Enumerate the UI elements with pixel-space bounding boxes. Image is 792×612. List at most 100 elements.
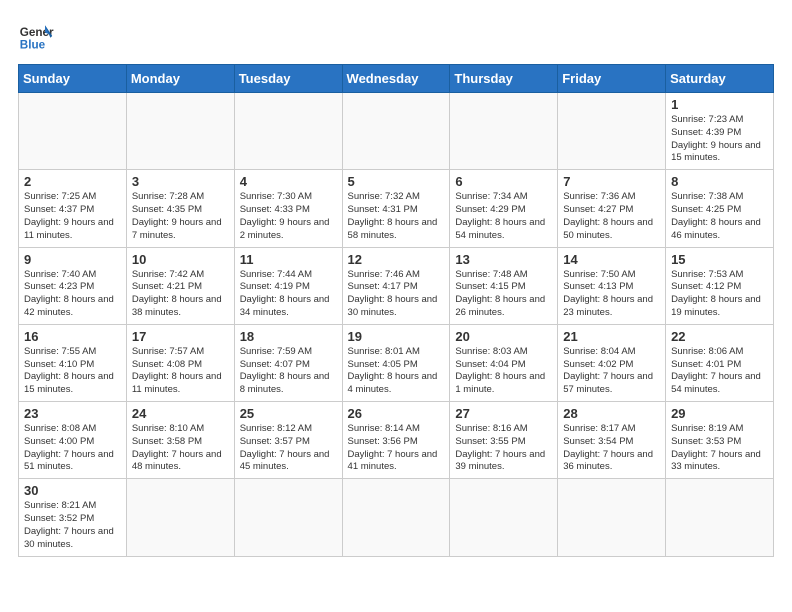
day-info: Sunrise: 7:36 AM Sunset: 4:27 PM Dayligh…: [563, 191, 660, 242]
calendar-cell: 30 Sunrise: 8:21 AM Sunset: 3:52 PM Dayli…: [19, 479, 127, 556]
day-number: 11: [240, 252, 337, 267]
logo-icon: General Blue: [18, 18, 54, 54]
calendar-cell: 26 Sunrise: 8:14 AM Sunset: 3:56 PM Dayli…: [342, 402, 450, 479]
day-info: Sunrise: 7:32 AM Sunset: 4:31 PM Dayligh…: [348, 191, 445, 242]
calendar-cell: 23 Sunrise: 8:08 AM Sunset: 4:00 PM Dayli…: [19, 402, 127, 479]
day-number: 12: [348, 252, 445, 267]
day-info: Sunrise: 8:10 AM Sunset: 3:58 PM Dayligh…: [132, 423, 229, 474]
day-info: Sunrise: 7:30 AM Sunset: 4:33 PM Dayligh…: [240, 191, 337, 242]
week-row-5: 23 Sunrise: 8:08 AM Sunset: 4:00 PM Dayli…: [19, 402, 774, 479]
calendar-cell: 8 Sunrise: 7:38 AM Sunset: 4:25 PM Daylig…: [666, 170, 774, 247]
day-number: 27: [455, 406, 552, 421]
calendar-cell: 16 Sunrise: 7:55 AM Sunset: 4:10 PM Dayli…: [19, 324, 127, 401]
day-number: 26: [348, 406, 445, 421]
weekday-header-thursday: Thursday: [450, 65, 558, 93]
calendar-cell: 19 Sunrise: 8:01 AM Sunset: 4:05 PM Dayli…: [342, 324, 450, 401]
day-number: 9: [24, 252, 121, 267]
calendar-cell: 22Sunrise: 8:06 AM Sunset: 4:01 PM Dayli…: [666, 324, 774, 401]
day-info: Sunrise: 7:38 AM Sunset: 4:25 PM Dayligh…: [671, 191, 768, 242]
calendar-cell: [342, 479, 450, 556]
day-number: 18: [240, 329, 337, 344]
day-info: Sunrise: 7:23 AM Sunset: 4:39 PM Dayligh…: [671, 114, 768, 165]
day-info: Sunrise: 8:04 AM Sunset: 4:02 PM Dayligh…: [563, 346, 660, 397]
calendar-cell: 7 Sunrise: 7:36 AM Sunset: 4:27 PM Daylig…: [558, 170, 666, 247]
calendar-cell: 11 Sunrise: 7:44 AM Sunset: 4:19 PM Dayli…: [234, 247, 342, 324]
day-info: Sunrise: 8:17 AM Sunset: 3:54 PM Dayligh…: [563, 423, 660, 474]
day-number: 23: [24, 406, 121, 421]
calendar-cell: 20Sunrise: 8:03 AM Sunset: 4:04 PM Dayli…: [450, 324, 558, 401]
calendar-cell: 18 Sunrise: 7:59 AM Sunset: 4:07 PM Dayli…: [234, 324, 342, 401]
calendar: SundayMondayTuesdayWednesdayThursdayFrid…: [18, 64, 774, 557]
day-info: Sunrise: 7:44 AM Sunset: 4:19 PM Dayligh…: [240, 269, 337, 320]
day-info: Sunrise: 7:50 AM Sunset: 4:13 PM Dayligh…: [563, 269, 660, 320]
day-number: 5: [348, 174, 445, 189]
day-number: 6: [455, 174, 552, 189]
day-number: 8: [671, 174, 768, 189]
day-number: 28: [563, 406, 660, 421]
day-number: 25: [240, 406, 337, 421]
calendar-cell: [234, 479, 342, 556]
calendar-cell: 4 Sunrise: 7:30 AM Sunset: 4:33 PM Daylig…: [234, 170, 342, 247]
day-info: Sunrise: 7:59 AM Sunset: 4:07 PM Dayligh…: [240, 346, 337, 397]
calendar-cell: [558, 479, 666, 556]
day-number: 13: [455, 252, 552, 267]
day-info: Sunrise: 8:08 AM Sunset: 4:00 PM Dayligh…: [24, 423, 121, 474]
day-number: 16: [24, 329, 121, 344]
week-row-4: 16 Sunrise: 7:55 AM Sunset: 4:10 PM Dayli…: [19, 324, 774, 401]
calendar-cell: [666, 479, 774, 556]
calendar-cell: [342, 93, 450, 170]
calendar-cell: 24 Sunrise: 8:10 AM Sunset: 3:58 PM Dayli…: [126, 402, 234, 479]
calendar-cell: 2 Sunrise: 7:25 AM Sunset: 4:37 PM Daylig…: [19, 170, 127, 247]
day-number: 30: [24, 483, 121, 498]
day-info: Sunrise: 7:25 AM Sunset: 4:37 PM Dayligh…: [24, 191, 121, 242]
calendar-cell: [234, 93, 342, 170]
calendar-cell: 10 Sunrise: 7:42 AM Sunset: 4:21 PM Dayli…: [126, 247, 234, 324]
calendar-cell: 15Sunrise: 7:53 AM Sunset: 4:12 PM Dayli…: [666, 247, 774, 324]
day-number: 21: [563, 329, 660, 344]
day-info: Sunrise: 8:01 AM Sunset: 4:05 PM Dayligh…: [348, 346, 445, 397]
calendar-cell: 9 Sunrise: 7:40 AM Sunset: 4:23 PM Daylig…: [19, 247, 127, 324]
day-number: 22: [671, 329, 768, 344]
weekday-header-wednesday: Wednesday: [342, 65, 450, 93]
weekday-header-monday: Monday: [126, 65, 234, 93]
day-info: Sunrise: 8:14 AM Sunset: 3:56 PM Dayligh…: [348, 423, 445, 474]
page: General Blue SundayMondayTuesdayWednesda…: [0, 0, 792, 567]
day-number: 17: [132, 329, 229, 344]
calendar-cell: 29 Sunrise: 8:19 AM Sunset: 3:53 PM Dayli…: [666, 402, 774, 479]
day-number: 1: [671, 97, 768, 112]
calendar-cell: 17 Sunrise: 7:57 AM Sunset: 4:08 PM Dayli…: [126, 324, 234, 401]
day-info: Sunrise: 7:57 AM Sunset: 4:08 PM Dayligh…: [132, 346, 229, 397]
day-info: Sunrise: 7:40 AM Sunset: 4:23 PM Dayligh…: [24, 269, 121, 320]
calendar-cell: [126, 479, 234, 556]
calendar-cell: [450, 93, 558, 170]
day-number: 10: [132, 252, 229, 267]
day-number: 2: [24, 174, 121, 189]
calendar-cell: 25Sunrise: 8:12 AM Sunset: 3:57 PM Dayli…: [234, 402, 342, 479]
calendar-cell: 21 Sunrise: 8:04 AM Sunset: 4:02 PM Dayli…: [558, 324, 666, 401]
calendar-cell: 14 Sunrise: 7:50 AM Sunset: 4:13 PM Dayli…: [558, 247, 666, 324]
calendar-cell: 6Sunrise: 7:34 AM Sunset: 4:29 PM Daylig…: [450, 170, 558, 247]
day-info: Sunrise: 8:21 AM Sunset: 3:52 PM Dayligh…: [24, 500, 121, 551]
day-number: 29: [671, 406, 768, 421]
day-number: 20: [455, 329, 552, 344]
day-info: Sunrise: 8:19 AM Sunset: 3:53 PM Dayligh…: [671, 423, 768, 474]
week-row-3: 9 Sunrise: 7:40 AM Sunset: 4:23 PM Daylig…: [19, 247, 774, 324]
day-info: Sunrise: 7:42 AM Sunset: 4:21 PM Dayligh…: [132, 269, 229, 320]
day-info: Sunrise: 7:46 AM Sunset: 4:17 PM Dayligh…: [348, 269, 445, 320]
day-info: Sunrise: 7:48 AM Sunset: 4:15 PM Dayligh…: [455, 269, 552, 320]
header: General Blue: [18, 18, 774, 54]
day-number: 4: [240, 174, 337, 189]
day-number: 15: [671, 252, 768, 267]
day-number: 7: [563, 174, 660, 189]
calendar-cell: 13 Sunrise: 7:48 AM Sunset: 4:15 PM Dayli…: [450, 247, 558, 324]
weekday-header-saturday: Saturday: [666, 65, 774, 93]
weekday-header-row: SundayMondayTuesdayWednesdayThursdayFrid…: [19, 65, 774, 93]
day-info: Sunrise: 7:55 AM Sunset: 4:10 PM Dayligh…: [24, 346, 121, 397]
svg-text:Blue: Blue: [20, 39, 46, 52]
weekday-header-tuesday: Tuesday: [234, 65, 342, 93]
day-number: 14: [563, 252, 660, 267]
calendar-cell: [19, 93, 127, 170]
day-number: 24: [132, 406, 229, 421]
day-info: Sunrise: 8:16 AM Sunset: 3:55 PM Dayligh…: [455, 423, 552, 474]
day-number: 19: [348, 329, 445, 344]
